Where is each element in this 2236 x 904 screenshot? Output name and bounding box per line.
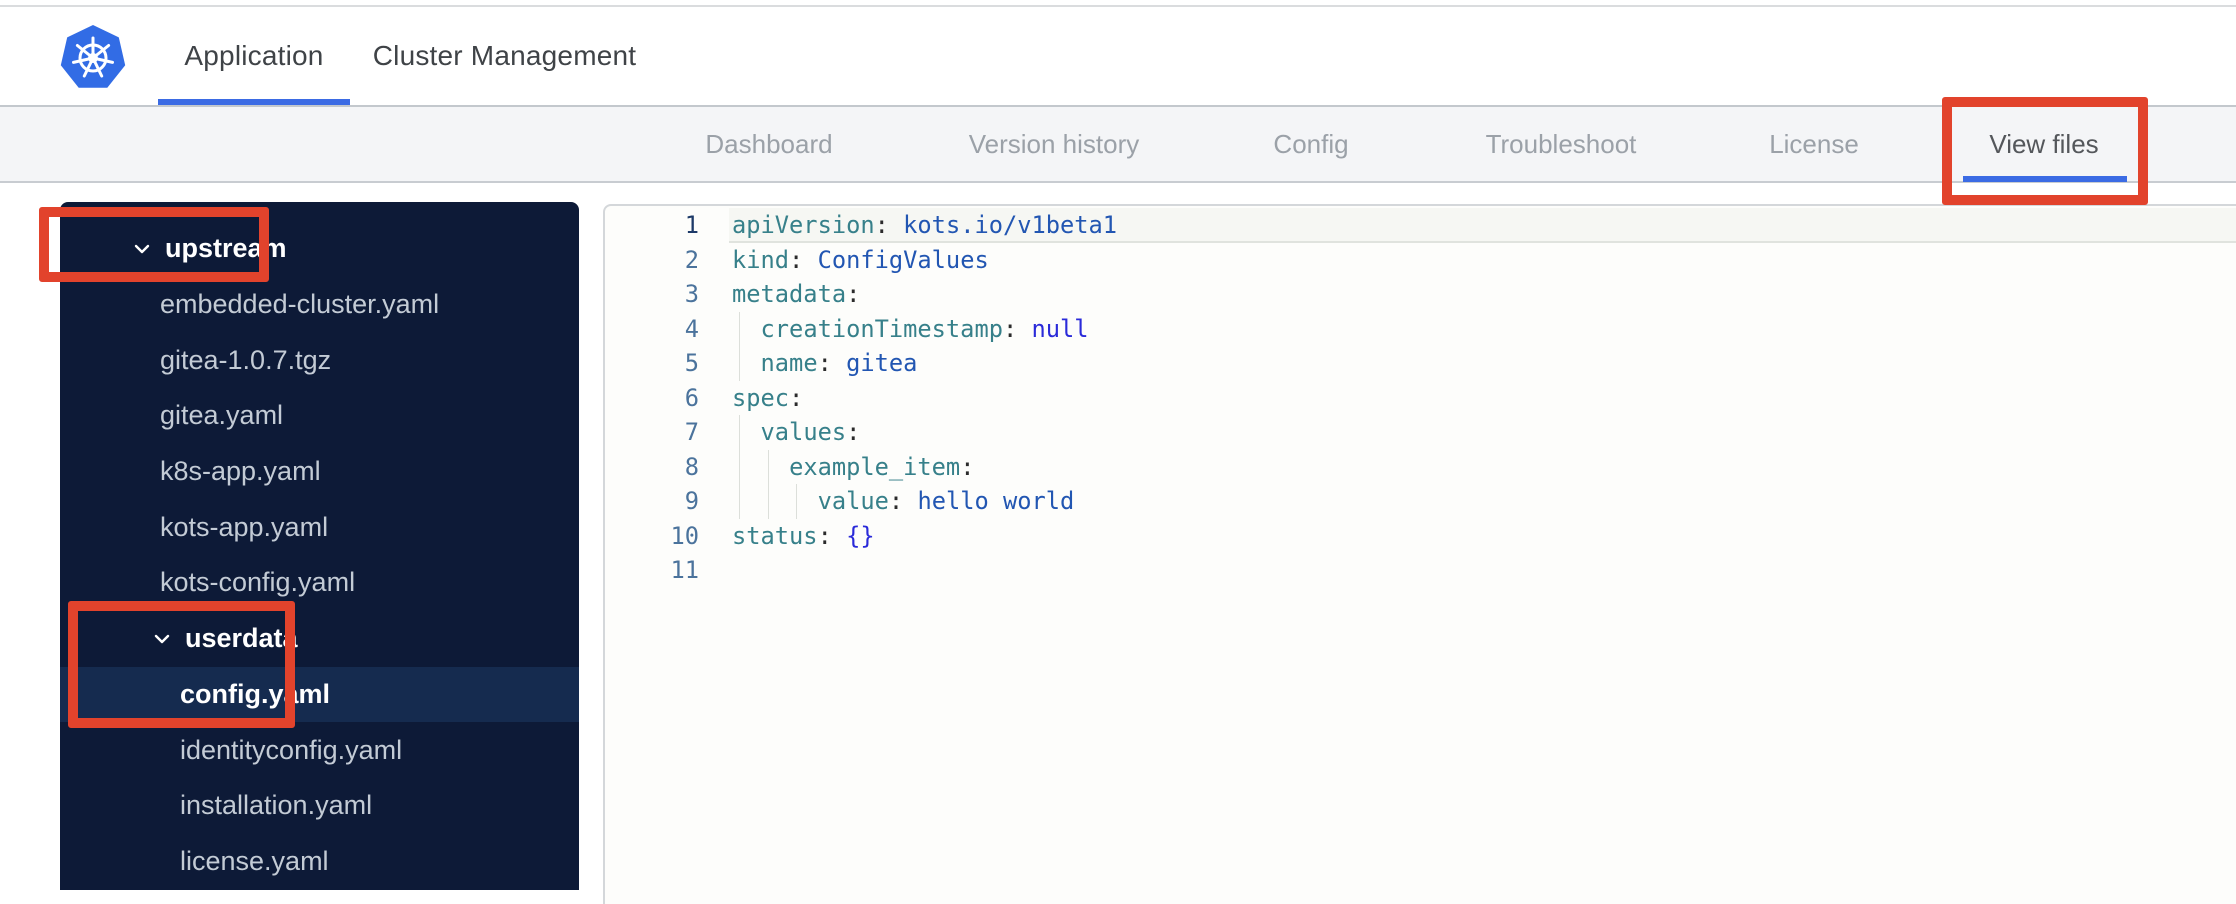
file-label: embedded-cluster.yaml bbox=[160, 289, 440, 320]
code-text[interactable]: spec: bbox=[732, 381, 803, 416]
app-subnav: Dashboard Version history Config Troublesho… bbox=[0, 107, 2236, 183]
line-number: 2 bbox=[684, 245, 699, 274]
indent-guide bbox=[760, 484, 790, 519]
code-text[interactable]: values: bbox=[732, 415, 860, 450]
line-number: 3 bbox=[684, 280, 699, 308]
subnav-tab-version-history[interactable]: Version history bbox=[969, 107, 1140, 181]
folder-label: upstream bbox=[165, 233, 287, 264]
file-label: gitea.yaml bbox=[160, 400, 284, 431]
file-label: kots-app.yaml bbox=[160, 511, 329, 542]
file-label: kots-config.yaml bbox=[160, 567, 356, 598]
file-item-embedded-cluster-yaml[interactable]: embedded-cluster.yaml bbox=[60, 277, 579, 333]
file-item-gitea-1-0-7-tgz[interactable]: gitea-1.0.7.tgz bbox=[60, 332, 579, 388]
code-text[interactable]: kind: ConfigValues bbox=[732, 243, 989, 278]
line-number: 4 bbox=[684, 314, 699, 343]
subnav-tab-troubleshoot[interactable]: Troubleshoot bbox=[1486, 107, 1637, 181]
code-text[interactable]: apiVersion: kots.io/v1beta1 bbox=[732, 208, 1117, 243]
view-files-active-underline bbox=[1963, 176, 2127, 182]
editor-line: 11 bbox=[605, 553, 2236, 588]
indent-guide bbox=[732, 415, 761, 450]
editor-line: 10 status: {} bbox=[605, 519, 2236, 554]
code-text[interactable]: metadata: bbox=[732, 277, 860, 312]
tab-cluster-management[interactable]: Cluster Management bbox=[352, 7, 657, 105]
line-number: 9 bbox=[684, 487, 699, 515]
tab-application[interactable]: Application bbox=[158, 7, 350, 105]
chevron-down-icon bbox=[132, 239, 152, 259]
subnav-tab-license[interactable]: License bbox=[1769, 107, 1859, 181]
file-label: k8s-app.yaml bbox=[160, 456, 321, 487]
file-item-config-yaml[interactable]: config.yaml bbox=[60, 666, 579, 723]
file-label: config.yaml bbox=[180, 678, 331, 709]
indent-guide bbox=[732, 449, 761, 484]
folder-item-userdata[interactable]: userdata bbox=[60, 611, 579, 667]
editor-line: 3 metadata: bbox=[605, 277, 2236, 312]
code-text[interactable]: status: {} bbox=[732, 519, 875, 554]
line-number: 5 bbox=[684, 349, 699, 377]
top-nav: Application Cluster Management bbox=[0, 7, 2236, 107]
editor-line: 2 kind: ConfigValues bbox=[605, 243, 2236, 278]
code-text[interactable]: value: hello world bbox=[732, 484, 1074, 519]
subnav-tab-config[interactable]: Config bbox=[1273, 107, 1348, 181]
subnav-tab-view-files[interactable]: View files bbox=[1989, 107, 2098, 181]
file-label: installation.yaml bbox=[180, 790, 373, 821]
file-label: license.yaml bbox=[180, 845, 329, 876]
file-content-editor[interactable]: 1 apiVersion: kots.io/v1beta1 2 kind: Confi… bbox=[603, 204, 2236, 904]
file-tree-sidebar: upstream embedded-cluster.yaml gitea-1.0.7… bbox=[60, 202, 579, 890]
code-text[interactable]: name: gitea bbox=[732, 346, 917, 381]
file-item-gitea-yaml[interactable]: gitea.yaml bbox=[60, 388, 579, 444]
file-item-k8s-app-yaml[interactable]: k8s-app.yaml bbox=[60, 444, 579, 500]
file-item-license-yaml[interactable]: license.yaml bbox=[60, 834, 579, 890]
line-number: 11 bbox=[670, 556, 699, 584]
file-label: identityconfig.yaml bbox=[180, 734, 403, 765]
editor-line: 9 value: hello world bbox=[605, 484, 2236, 519]
line-number: 1 bbox=[684, 211, 699, 239]
kubernetes-logo-icon bbox=[60, 25, 126, 91]
subnav-tab-dashboard[interactable]: Dashboard bbox=[705, 107, 832, 181]
folder-item-upstream[interactable]: upstream bbox=[60, 221, 579, 277]
file-item-identityconfig-yaml[interactable]: identityconfig.yaml bbox=[60, 722, 579, 778]
code-text[interactable]: example_item: bbox=[732, 449, 974, 484]
indent-guide bbox=[732, 346, 761, 381]
editor-line: 1 apiVersion: kots.io/v1beta1 bbox=[605, 208, 2236, 243]
editor-line: 7 values: bbox=[605, 415, 2236, 450]
editor-line: 8 example_item: bbox=[605, 449, 2236, 484]
editor-line: 5 name: gitea bbox=[605, 346, 2236, 381]
file-item-kots-config-yaml[interactable]: kots-config.yaml bbox=[60, 555, 579, 611]
folder-label: userdata bbox=[185, 623, 298, 654]
file-label: gitea-1.0.7.tgz bbox=[160, 344, 332, 375]
line-number: 10 bbox=[670, 521, 699, 550]
line-number: 6 bbox=[684, 383, 699, 412]
editor-line: 4 creationTimestamp: null bbox=[605, 311, 2236, 346]
line-number: 8 bbox=[684, 452, 699, 481]
code-text[interactable]: creationTimestamp: null bbox=[732, 311, 1089, 346]
active-tab-underline bbox=[158, 99, 350, 105]
file-item-installation-yaml[interactable]: installation.yaml bbox=[60, 778, 579, 834]
line-number: 7 bbox=[684, 418, 699, 446]
indent-guide bbox=[760, 449, 790, 484]
indent-guide bbox=[732, 484, 761, 519]
indent-guide bbox=[789, 484, 818, 519]
file-item-kots-app-yaml[interactable]: kots-app.yaml bbox=[60, 499, 579, 555]
indent-guide bbox=[732, 311, 761, 346]
editor-line: 6 spec: bbox=[605, 381, 2236, 416]
chevron-down-icon bbox=[152, 629, 172, 649]
